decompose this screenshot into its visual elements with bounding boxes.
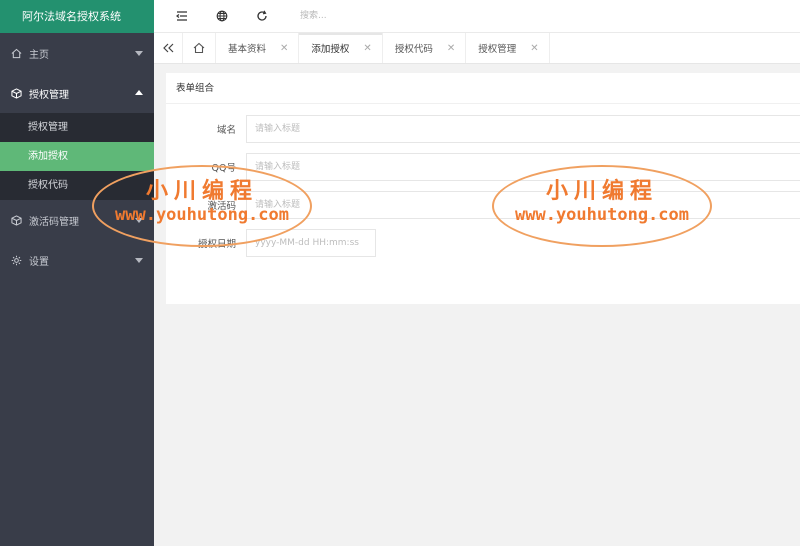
chevron-down-icon [135,51,143,56]
activation-code-field[interactable] [246,191,800,219]
app-logo-title[interactable]: 阿尔法域名授权系统 [0,0,154,33]
form-row-activation-code: 激活码 [166,191,800,219]
submenu-auth: 授权管理 添加授权 授权代码 [0,113,154,200]
chevron-down-icon [135,218,143,223]
submenu-item-auth-code[interactable]: 授权代码 [0,171,154,200]
auth-date-field[interactable] [246,229,376,257]
tab-label: 授权代码 [394,44,433,55]
top-header [154,0,800,33]
tab-profile[interactable]: 基本资料 ✕ [216,33,300,63]
auth-date-label: 授权日期 [197,239,236,250]
submenu-item-add-auth[interactable]: 添加授权 [0,142,154,171]
sidebar-item-settings[interactable]: 设置 [0,240,154,280]
form-row-auth-date: 授权日期 [166,229,376,257]
sidebar-item-home[interactable]: 主页 [0,33,154,73]
tab-label: 授权管理 [478,44,517,55]
submenu-item-auth-list[interactable]: 授权管理 [0,113,154,142]
tab-label: 添加授权 [311,44,350,55]
domain-field[interactable] [246,115,800,143]
qq-label: QQ号 [211,163,236,174]
domain-label: 域名 [216,125,236,136]
cube-icon [9,213,23,227]
sidebar-item-label: 授权管理 [29,89,69,101]
sidebar-item-label: 主页 [29,49,49,61]
tab-label: 基本资料 [228,44,267,55]
qq-field[interactable] [246,153,800,181]
chevron-down-icon [135,258,143,263]
sidebar-item-auth-management[interactable]: 授权管理 [0,73,154,113]
gear-icon [9,253,23,267]
close-icon[interactable]: ✕ [280,43,288,54]
form-card: 表单组合 域名 QQ号 激活码 授权日期 [166,73,800,304]
tab-add-auth[interactable]: 添加授权 ✕ [299,33,383,63]
search-input[interactable] [300,7,500,25]
home-icon [9,46,23,60]
tab-scroll-left-button[interactable] [154,33,183,63]
form-row-qq: QQ号 [166,153,800,181]
globe-icon[interactable] [214,8,230,24]
home-icon [193,42,205,54]
refresh-icon[interactable] [254,8,270,24]
tab-auth-code[interactable]: 授权代码 ✕ [383,33,467,63]
close-icon[interactable]: ✕ [363,43,371,54]
sidebar: 阿尔法域名授权系统 主页 授权管理 授权管理 添加授权 授权代码 激活码管理 设… [0,0,154,546]
sidebar-item-label: 设置 [29,256,49,268]
tab-bar: 基本资料 ✕ 添加授权 ✕ 授权代码 ✕ 授权管理 ✕ [154,33,800,64]
cube-icon [9,86,23,100]
close-icon[interactable]: ✕ [447,43,455,54]
tab-auth-management[interactable]: 授权管理 ✕ [466,33,550,63]
chevron-up-icon [135,90,143,95]
tab-home[interactable] [183,33,216,63]
close-icon[interactable]: ✕ [530,43,538,54]
sidebar-item-label: 激活码管理 [29,216,79,228]
activation-code-label: 激活码 [207,201,236,212]
menu-collapse-icon[interactable] [174,8,190,24]
card-title: 表单组合 [166,73,800,104]
form-row-domain: 域名 [166,115,800,143]
sidebar-item-activation-codes[interactable]: 激活码管理 [0,200,154,240]
